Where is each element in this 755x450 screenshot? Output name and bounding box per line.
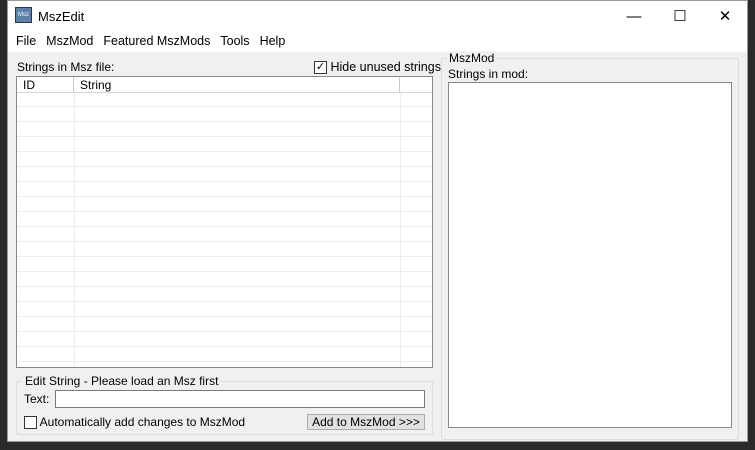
close-button[interactable]: ✕: [702, 1, 748, 31]
menu-bar: File MszMod Featured MszMods Tools Help: [8, 32, 747, 52]
app-icon: Msz: [15, 7, 32, 23]
menu-tools[interactable]: Tools: [215, 32, 254, 52]
check-icon: ✓: [314, 61, 327, 75]
add-to-mszmod-button[interactable]: Add to MszMod >>>: [307, 414, 425, 430]
minimize-button[interactable]: —: [611, 1, 657, 31]
strings-list[interactable]: ID String: [16, 76, 433, 368]
maximize-button[interactable]: ☐: [657, 1, 703, 31]
checkbox-icon: [24, 416, 37, 430]
menu-mszmod[interactable]: MszMod: [41, 32, 98, 52]
hide-unused-checkbox[interactable]: ✓ Hide unused strings: [314, 60, 441, 75]
column-divider: [74, 93, 75, 367]
list-header: ID String: [17, 77, 432, 93]
menu-help[interactable]: Help: [255, 32, 291, 52]
text-input[interactable]: [55, 390, 425, 408]
window-title: MszEdit: [38, 9, 85, 24]
menu-file[interactable]: File: [11, 32, 41, 52]
edit-string-title: Edit String - Please load an Msz first: [23, 374, 221, 388]
column-string[interactable]: String: [74, 77, 400, 92]
auto-add-checkbox[interactable]: Automatically add changes to MszMod: [24, 415, 246, 430]
text-label: Text:: [24, 392, 50, 406]
mszedit-window: Msz MszEdit — ☐ ✕ File MszMod Featured M…: [7, 0, 748, 442]
menu-featured-mszmods[interactable]: Featured MszMods: [98, 32, 215, 52]
column-id[interactable]: ID: [17, 77, 74, 92]
strings-in-msz-label: Strings in Msz file:: [17, 60, 115, 74]
hide-unused-label: Hide unused strings: [330, 60, 441, 74]
strings-in-mod-label: Strings in mod:: [448, 67, 529, 81]
title-bar: Msz MszEdit — ☐ ✕: [8, 1, 747, 32]
mod-strings-list[interactable]: [448, 82, 732, 428]
auto-add-label: Automatically add changes to MszMod: [39, 415, 246, 429]
mszmod-title: MszMod: [447, 51, 497, 65]
column-divider: [400, 93, 401, 367]
